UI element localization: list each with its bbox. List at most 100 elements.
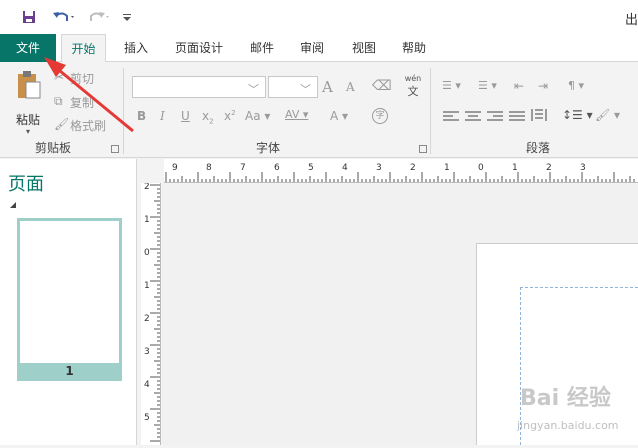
vertical-ruler-ticks: 2 1 0 1 2 3 4 5	[144, 182, 160, 442]
paste-label: 粘贴	[16, 113, 41, 127]
align-right-icon[interactable]	[487, 111, 503, 123]
tab-review[interactable]: 审阅	[294, 34, 330, 62]
paragraph-group-label: 段落	[526, 141, 551, 155]
ribbon-tabs: 文件 开始 插入 页面设计 邮件 审阅 视图 帮助	[0, 34, 638, 63]
clipboard-launcher-icon[interactable]	[111, 145, 119, 153]
numbering-icon[interactable]: ☰ ▾	[478, 79, 497, 92]
justify-icon[interactable]	[509, 111, 525, 123]
paste-button[interactable]: 粘贴 ▾	[10, 70, 46, 136]
copy-button[interactable]: ⧉ 复制	[54, 94, 114, 110]
pages-pane-title: 页面	[8, 174, 44, 195]
horizontal-ruler-ticks: 9 8 7 6 5 4 3 2 1 0 1 2 3	[165, 163, 635, 182]
copy-icon: ⧉	[54, 94, 63, 108]
page-thumbnail[interactable]: 1	[17, 218, 122, 381]
align-center-icon[interactable]	[465, 111, 481, 123]
enclosed-char-icon[interactable]: 字	[372, 108, 388, 124]
ruler-label: 2	[410, 163, 416, 173]
ruler-label: 9	[172, 163, 178, 173]
collapse-triangle-icon[interactable]	[10, 202, 16, 208]
increase-indent-icon[interactable]: ⇥	[538, 79, 548, 93]
ribbon: 粘贴 ▾ ✂ 剪切 ⧉ 复制 🖌 格式刷 剪贴板 ﹀ ﹀ A A ⌫ wén 文…	[0, 62, 638, 158]
chevron-down-icon: ﹀	[300, 83, 311, 96]
copy-label: 复制	[70, 96, 95, 110]
ltr-icon[interactable]: ¶ ▾	[568, 79, 584, 92]
divider	[123, 68, 124, 154]
phonetic-pinyin: wén	[404, 74, 422, 83]
tab-insert[interactable]: 插入	[118, 34, 154, 62]
distribute-icon[interactable]	[531, 109, 547, 121]
ruler-label: 1	[512, 163, 518, 173]
redo-icon[interactable]	[85, 8, 113, 26]
change-case-button[interactable]: Aa ▾	[245, 109, 270, 123]
format-painter-button[interactable]: 🖌 格式刷	[54, 117, 124, 133]
chevron-down-icon: ﹀	[248, 83, 259, 96]
font-group-label: 字体	[256, 141, 281, 155]
ruler-label: 1	[144, 215, 150, 225]
font-size-select[interactable]: ﹀	[268, 76, 318, 98]
ruler-label: 1	[144, 281, 150, 291]
cut-button[interactable]: ✂ 剪切	[54, 70, 114, 86]
underline-button[interactable]: U	[181, 109, 190, 123]
change-case-label: Aa	[245, 109, 261, 123]
scissors-icon: ✂	[54, 70, 65, 84]
divider	[430, 68, 431, 154]
font-color-label: A	[330, 109, 339, 123]
align-left-icon[interactable]	[443, 111, 459, 123]
font-name-select[interactable]: ﹀	[132, 76, 266, 98]
vertical-ruler[interactable]: 2 1 0 1 2 3 4 5	[141, 182, 161, 445]
undo-icon[interactable]	[50, 8, 78, 26]
cut-label: 剪切	[70, 72, 95, 86]
tab-help[interactable]: 帮助	[396, 34, 432, 62]
ruler-label: 3	[144, 347, 150, 357]
ruler-corner	[141, 159, 164, 183]
bullets-icon[interactable]: ☰ ▾	[442, 79, 461, 92]
ruler-label: 6	[274, 163, 280, 173]
save-icon[interactable]	[20, 8, 38, 26]
tab-home[interactable]: 开始	[61, 34, 106, 63]
ruler-label: 0	[478, 163, 484, 173]
italic-button[interactable]: I	[160, 109, 165, 123]
customize-qat-icon[interactable]	[120, 8, 134, 26]
tab-view[interactable]: 视图	[346, 34, 382, 62]
shading-icon[interactable]: 🖌 ▾	[595, 108, 620, 122]
brush-icon: 🖌	[54, 117, 70, 131]
ruler-label: 5	[144, 413, 150, 423]
clear-format-icon[interactable]: ⌫	[372, 78, 392, 94]
font-launcher-icon[interactable]	[419, 145, 427, 153]
grow-font-button[interactable]: A	[322, 78, 333, 96]
quick-access-toolbar: 出	[0, 0, 638, 34]
char-spacing-label: AV	[285, 108, 300, 121]
decrease-indent-icon[interactable]: ⇤	[514, 79, 524, 93]
clipboard-icon	[16, 70, 42, 103]
ruler-label: 0	[144, 248, 150, 258]
tab-mailings[interactable]: 邮件	[244, 34, 280, 62]
line-spacing-icon[interactable]: ↕☰ ▾	[562, 108, 593, 122]
format-painter-label: 格式刷	[70, 119, 107, 133]
ruler-label: 8	[206, 163, 212, 173]
superscript-button[interactable]: x2	[224, 109, 236, 123]
tab-page-design[interactable]: 页面设计	[168, 34, 230, 62]
horizontal-ruler[interactable]: 9 8 7 6 5 4 3 2 1 0 1 2 3	[164, 159, 638, 183]
phonetic-char: 文	[407, 85, 419, 98]
ruler-label: 1	[444, 163, 450, 173]
subscript-button[interactable]: x2	[202, 109, 214, 125]
ruler-label: 5	[308, 163, 314, 173]
window-title: 出	[624, 13, 638, 28]
phonetic-guide-button[interactable]: wén 文	[402, 74, 424, 100]
ruler-label: 3	[580, 163, 586, 173]
chevron-down-icon: ▾	[26, 127, 31, 136]
ruler-label: 7	[240, 163, 246, 173]
shrink-font-button[interactable]: A	[346, 80, 355, 94]
page-thumbnail-number: 1	[65, 364, 74, 378]
ruler-label: 2	[546, 163, 552, 173]
page-thumbnail-preview	[20, 221, 119, 363]
ruler-label: 4	[144, 380, 150, 390]
watermark-logo: Bai 经验	[520, 386, 611, 411]
ruler-label: 3	[376, 163, 382, 173]
tab-file[interactable]: 文件	[0, 34, 56, 62]
char-spacing-button[interactable]: AV ▾	[285, 108, 308, 121]
font-color-button[interactable]: A ▾	[330, 109, 348, 123]
bold-button[interactable]: B	[137, 109, 146, 123]
watermark-url: jingyan.baidu.com	[517, 419, 619, 432]
ruler-label: 2	[144, 183, 150, 192]
